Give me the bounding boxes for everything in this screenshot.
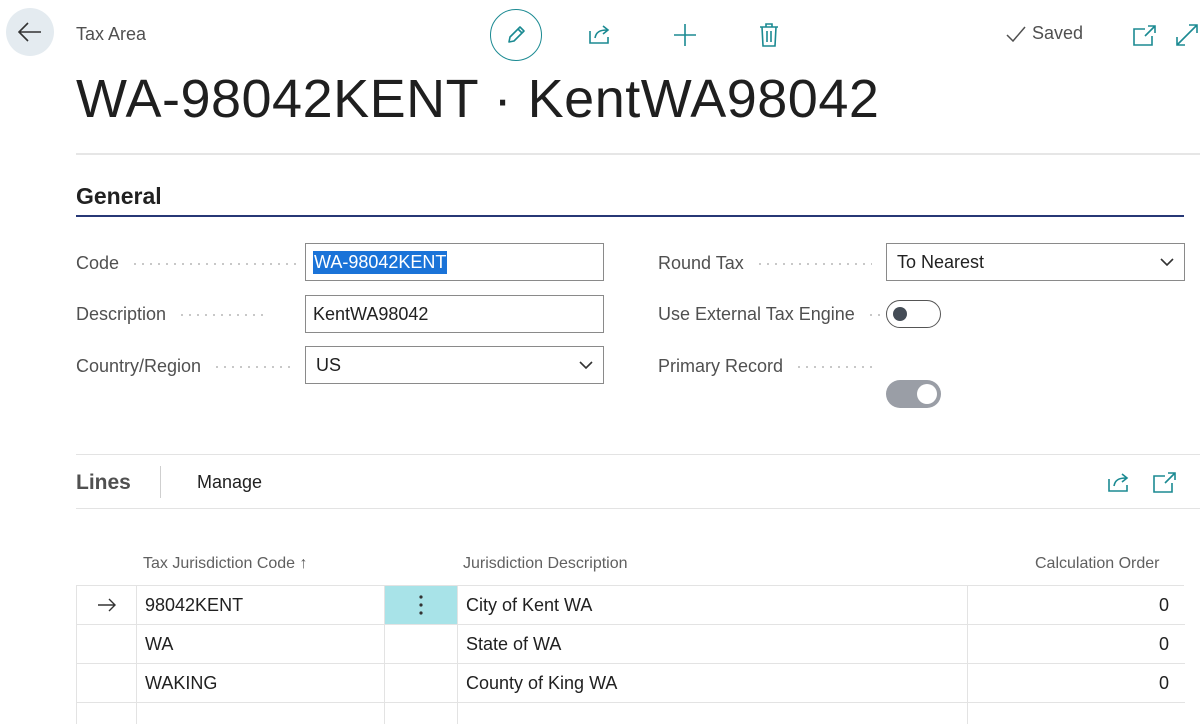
chevron-down-icon: [1160, 258, 1174, 266]
cell-code[interactable]: 98042KENT: [137, 586, 385, 624]
description-field[interactable]: KentWA98042: [305, 295, 604, 333]
saved-label: Saved: [1032, 23, 1084, 43]
table-row[interactable]: WA State of WA 0: [77, 625, 1185, 664]
cell-order[interactable]: 0: [968, 664, 1185, 702]
lines-expand-button[interactable]: [1149, 467, 1179, 497]
code-label-text: Code: [76, 253, 120, 273]
checkmark-icon: [1006, 26, 1026, 42]
round-tax-label-text: Round Tax: [658, 253, 744, 273]
external-engine-label-text: Use External Tax Engine: [658, 304, 855, 324]
plus-icon: [674, 24, 696, 46]
column-header-order[interactable]: Calculation Order: [1035, 555, 1160, 573]
cell-description[interactable]: [458, 703, 968, 724]
primary-record-toggle[interactable]: [886, 380, 941, 408]
row-actions-cell: [385, 664, 458, 702]
code-value: WA-98042KENT: [313, 250, 448, 274]
breadcrumb: Tax Area: [76, 24, 147, 44]
open-new-window-icon: [1153, 472, 1176, 493]
new-button[interactable]: [670, 20, 700, 50]
cell-code[interactable]: WAKING: [137, 664, 385, 702]
primary-record-label: Primary Record: [658, 356, 878, 377]
edit-button[interactable]: [490, 9, 542, 61]
lines-title[interactable]: Lines: [76, 471, 131, 495]
toggle-knob: [893, 307, 907, 321]
description-label: Description: [76, 304, 265, 325]
row-indicator: [77, 625, 137, 663]
code-label: Code: [76, 253, 300, 274]
cell-code[interactable]: WA: [137, 625, 385, 663]
round-tax-select[interactable]: To Nearest: [886, 243, 1185, 281]
back-arrow-icon: [18, 22, 41, 42]
lines-share-button[interactable]: [1104, 467, 1134, 497]
expand-icon: [1176, 24, 1198, 46]
cell-description[interactable]: City of Kent WA: [458, 586, 968, 624]
general-section-title: General: [76, 183, 162, 209]
country-label: Country/Region: [76, 356, 294, 377]
table-row[interactable]: 98042KENT City of Kent WA 0: [77, 586, 1185, 625]
country-value: US: [316, 354, 342, 375]
code-field[interactable]: WA-98042KENT: [305, 243, 604, 281]
row-indicator: [77, 703, 137, 724]
external-engine-label: Use External Tax Engine: [658, 304, 883, 325]
cell-code[interactable]: [137, 703, 385, 724]
row-actions-cell: [385, 625, 458, 663]
trash-icon: [760, 23, 778, 47]
column-header-code[interactable]: Tax Jurisdiction Code ↑: [143, 555, 308, 573]
toggle-knob: [917, 384, 937, 404]
dot-leader: [178, 313, 265, 316]
dot-leader: [213, 365, 294, 368]
round-tax-label: Round Tax: [658, 253, 872, 274]
pencil-icon: [508, 26, 525, 43]
lines-top-divider: [76, 454, 1200, 455]
expand-button[interactable]: [1172, 20, 1200, 50]
lines-separator: [160, 466, 161, 498]
general-section-rule: [76, 215, 1184, 217]
round-tax-value: To Nearest: [897, 251, 985, 272]
back-button[interactable]: [6, 8, 54, 56]
lines-bottom-divider: [76, 508, 1200, 509]
cell-order[interactable]: 0: [968, 586, 1185, 624]
open-new-window-button[interactable]: [1129, 20, 1159, 50]
delete-button[interactable]: [754, 20, 784, 50]
dot-leader: [755, 262, 872, 265]
lines-grid: 98042KENT City of Kent WA 0 WA State of …: [76, 585, 1185, 724]
share-icon: [589, 25, 610, 44]
table-row[interactable]: WAKING County of King WA 0: [77, 664, 1185, 703]
chevron-down-icon: [579, 361, 593, 369]
cell-order[interactable]: 0: [968, 625, 1185, 663]
table-row-empty[interactable]: [77, 703, 1185, 724]
open-new-window-icon: [1133, 25, 1156, 46]
dot-leader: [866, 313, 883, 316]
row-arrow-icon: [97, 598, 116, 612]
description-value: KentWA98042: [313, 303, 429, 324]
title-divider: [76, 153, 1200, 155]
cell-description[interactable]: County of King WA: [458, 664, 968, 702]
row-indicator: [77, 586, 137, 624]
dot-leader: [795, 365, 878, 368]
cell-order[interactable]: [968, 703, 1185, 724]
row-indicator: [77, 664, 137, 702]
primary-record-label-text: Primary Record: [658, 356, 784, 376]
share-button[interactable]: [585, 19, 615, 49]
column-header-description[interactable]: Jurisdiction Description: [463, 555, 628, 573]
dot-leader: [131, 262, 300, 265]
more-vertical-icon: [419, 595, 423, 615]
country-region-select[interactable]: US: [305, 346, 604, 384]
share-icon: [1108, 473, 1129, 492]
manage-menu[interactable]: Manage: [197, 472, 262, 493]
description-label-text: Description: [76, 304, 167, 324]
page-title: WA-98042KENT · KentWA98042: [76, 69, 880, 129]
saved-status: Saved: [1006, 23, 1083, 44]
row-actions-button[interactable]: [385, 586, 458, 624]
external-tax-engine-toggle[interactable]: [886, 300, 941, 328]
row-actions-cell: [385, 703, 458, 724]
country-label-text: Country/Region: [76, 356, 202, 376]
cell-description[interactable]: State of WA: [458, 625, 968, 663]
